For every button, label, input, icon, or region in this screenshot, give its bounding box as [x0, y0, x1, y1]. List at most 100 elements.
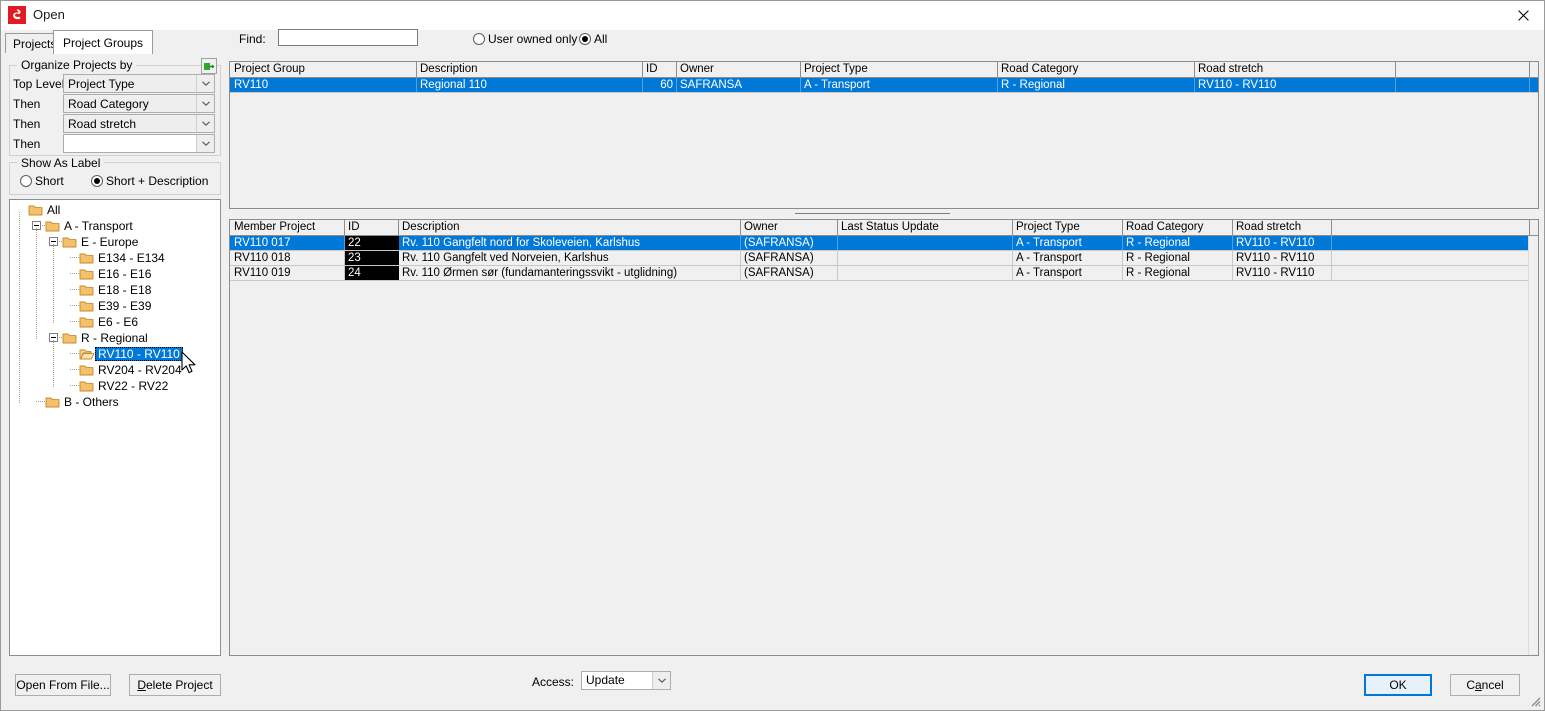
tree-item[interactable]: E - Europe — [62, 234, 141, 250]
table-cell: RV110 017 — [231, 236, 345, 251]
column-header[interactable]: Member Project — [231, 220, 345, 235]
table-cell — [1332, 266, 1530, 281]
cancel-label: Cancel — [1466, 678, 1504, 692]
tree-item[interactable]: A - Transport — [45, 218, 136, 234]
ok-label: OK — [1389, 678, 1407, 692]
folder-closed-icon — [62, 235, 78, 249]
open-dialog: Open Projects Project Groups Find: User … — [0, 0, 1545, 711]
tree-item-label: RV204 - RV204 — [98, 363, 182, 377]
table-cell: A - Transport — [801, 78, 998, 93]
chevron-down-icon[interactable] — [196, 115, 214, 132]
tab-project-groups[interactable]: Project Groups — [53, 30, 154, 54]
column-header[interactable]: ID — [643, 62, 677, 77]
chevron-down-icon[interactable] — [196, 75, 214, 92]
ok-button[interactable]: OK — [1364, 674, 1432, 696]
radio-short-indicator — [20, 175, 32, 187]
column-header[interactable]: Project Type — [801, 62, 998, 77]
table-cell: Rv. 110 Ørmen sør (fundamanteringssvikt … — [399, 266, 741, 281]
app-logo-icon — [8, 6, 26, 24]
tree-item-label: B - Others — [64, 395, 119, 409]
tree-item-label: E16 - E16 — [98, 267, 152, 281]
table-row[interactable]: RV110 018 23 Rv. 110 Gangfelt ved Norveien… — [230, 251, 1538, 266]
grid-splitter-grip — [795, 213, 950, 214]
cancel-button[interactable]: Cancel — [1450, 674, 1520, 696]
column-header[interactable]: Owner — [741, 220, 838, 235]
table-cell — [1396, 78, 1530, 93]
radio-user-owned-only[interactable]: User owned only — [473, 32, 577, 46]
combo-then-1[interactable]: Road Category — [63, 94, 215, 113]
column-header[interactable]: Road Category — [1123, 220, 1233, 235]
column-header[interactable]: Owner — [677, 62, 801, 77]
folder-closed-icon — [45, 395, 61, 409]
grid-splitter[interactable] — [229, 210, 1539, 218]
column-header[interactable]: Road stretch — [1195, 62, 1396, 77]
combo-then-2[interactable]: Road stretch — [63, 114, 215, 133]
combo-then-1-value: Road Category — [68, 96, 149, 111]
tree-item[interactable]: E39 - E39 — [79, 298, 154, 314]
resize-grip-icon[interactable] — [1528, 694, 1541, 707]
radio-short-description-indicator — [91, 175, 103, 187]
combo-then-3[interactable] — [63, 134, 215, 153]
table-cell: Regional 110 — [417, 78, 643, 93]
table-row[interactable]: RV110 017 22 Rv. 110 Gangfelt nord for Sko… — [230, 236, 1538, 251]
member-grid-vertical-scrollbar[interactable] — [1528, 236, 1538, 655]
find-input[interactable] — [278, 29, 418, 46]
table-cell: R - Regional — [998, 78, 1195, 93]
column-header[interactable]: Project Group — [231, 62, 417, 77]
combo-access[interactable]: Update — [581, 671, 671, 690]
close-icon[interactable] — [1500, 1, 1544, 30]
tree-item[interactable]: All — [28, 202, 63, 218]
chevron-down-icon[interactable] — [196, 95, 214, 112]
table-cell — [838, 251, 1013, 266]
folder-closed-icon — [79, 363, 95, 377]
tree-item[interactable]: RV22 - RV22 — [79, 378, 171, 394]
column-header[interactable]: ID — [345, 220, 399, 235]
table-cell: 23 — [345, 251, 399, 266]
table-cell: A - Transport — [1013, 251, 1123, 266]
organize-row-1-label: Then — [13, 97, 41, 111]
tree-item-label: All — [47, 203, 61, 217]
table-row[interactable]: RV110 Regional 110 60 SAFRANSA A - Transport… — [230, 78, 1538, 93]
tree-item[interactable]: E134 - E134 — [79, 250, 168, 266]
column-header[interactable]: Road stretch — [1233, 220, 1332, 235]
tree-item[interactable]: B - Others — [45, 394, 122, 410]
tree-item[interactable]: R - Regional — [62, 330, 151, 346]
find-label: Find: — [239, 32, 266, 46]
tree-item[interactable]: E16 - E16 — [79, 266, 154, 282]
radio-short[interactable]: Short — [20, 174, 64, 188]
mouse-cursor — [181, 351, 196, 374]
column-header[interactable]: Description — [417, 62, 643, 77]
project-group-grid[interactable]: Project Group Description ID Owner Project T… — [229, 61, 1539, 209]
column-header[interactable]: Description — [399, 220, 741, 235]
tree-item[interactable]: E18 - E18 — [79, 282, 154, 298]
table-cell: (SAFRANSA) — [741, 266, 838, 281]
open-from-file-button[interactable]: Open From File... — [15, 674, 111, 696]
member-project-grid[interactable]: Member Project ID Description Owner Last Sta… — [229, 219, 1539, 656]
table-cell: 24 — [345, 266, 399, 281]
table-cell — [838, 266, 1013, 281]
organize-row-2-label: Then — [13, 117, 41, 131]
column-header[interactable]: Project Type — [1013, 220, 1123, 235]
chevron-down-icon[interactable] — [196, 135, 214, 152]
organize-row-3-label: Then — [13, 137, 41, 151]
chevron-down-icon[interactable] — [652, 672, 670, 689]
tree-item[interactable]: E6 - E6 — [79, 314, 141, 330]
tree-item[interactable]: RV204 - RV204 — [79, 362, 185, 378]
radio-all[interactable]: All — [579, 32, 607, 46]
green-arrow-icon[interactable] — [201, 58, 217, 74]
radio-short-description[interactable]: Short + Description — [91, 174, 208, 188]
table-row[interactable]: RV110 019 24 Rv. 110 Ørmen sør (fundamante… — [230, 266, 1538, 281]
combo-top-level[interactable]: Project Type — [63, 74, 215, 93]
folder-closed-icon — [79, 251, 95, 265]
radio-short-description-label: Short + Description — [106, 174, 209, 188]
delete-project-button[interactable]: Delete Project — [129, 674, 221, 696]
column-header[interactable] — [1396, 62, 1530, 77]
delete-project-label: Delete Project — [137, 678, 213, 692]
tree-item[interactable]: RV110 - RV110 — [79, 346, 183, 362]
column-header[interactable]: Last Status Update — [838, 220, 1013, 235]
table-cell — [1332, 251, 1530, 266]
column-header[interactable] — [1332, 220, 1530, 235]
folder-closed-icon — [45, 219, 61, 233]
column-header[interactable]: Road Category — [998, 62, 1195, 77]
project-group-tree[interactable]: All A - Transport E - Europe E134 - E134 E16… — [9, 199, 221, 656]
